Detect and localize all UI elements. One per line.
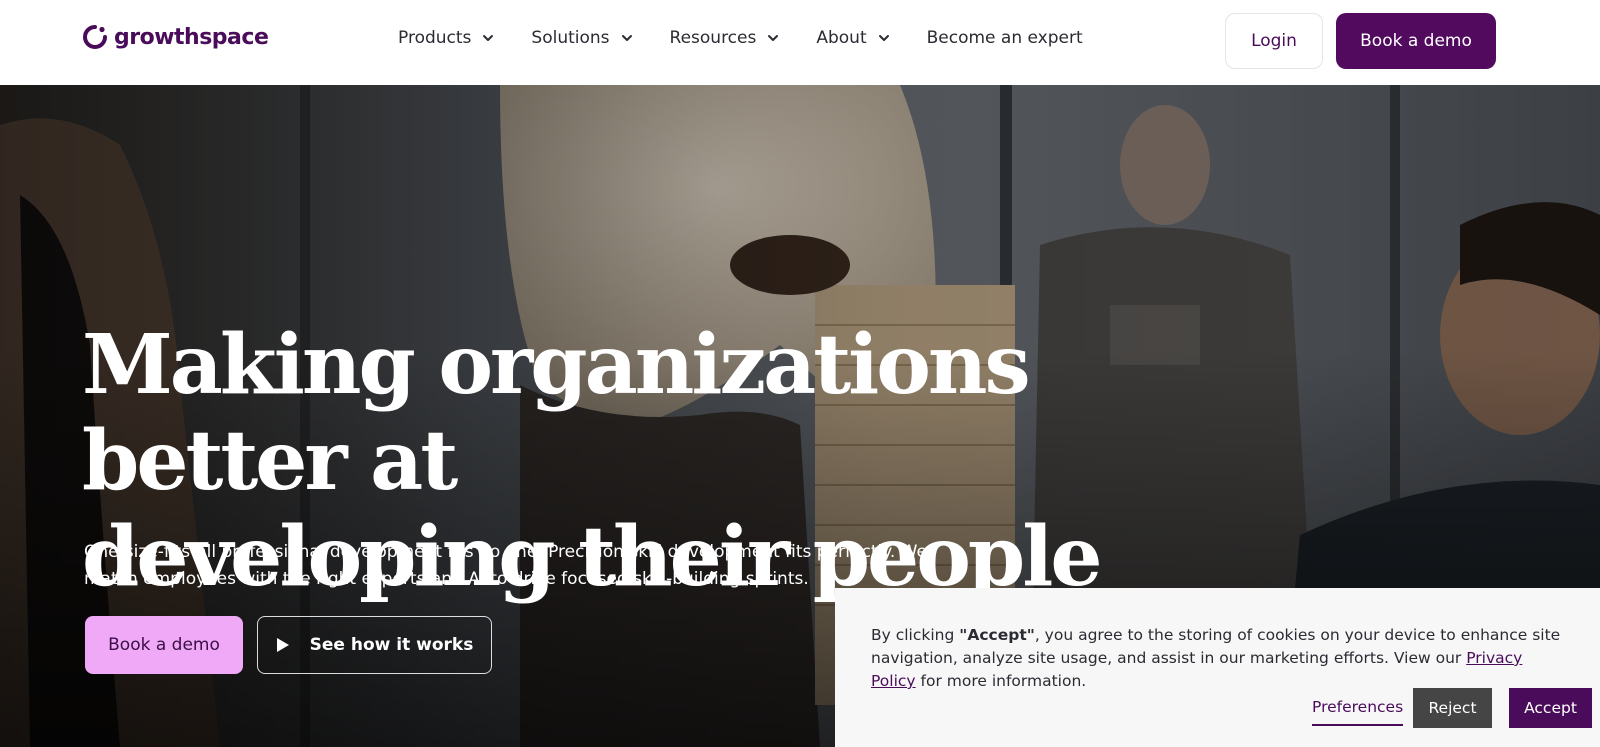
- chevron-down-icon: [483, 35, 494, 41]
- nav-item-label: About: [816, 28, 867, 48]
- nav-item-become-expert[interactable]: Become an expert: [927, 28, 1083, 48]
- see-how-it-works-label: See how it works: [309, 635, 474, 655]
- chevron-down-icon: [621, 35, 632, 41]
- growthspace-logo-icon: [83, 25, 107, 49]
- hero-subtext: One-size-fits-all professional developme…: [84, 542, 927, 589]
- cookie-reject-button[interactable]: Reject: [1413, 688, 1492, 728]
- nav-item-label: Solutions: [531, 28, 610, 48]
- site-header: growthspace Products Solutions Resources…: [0, 0, 1600, 85]
- cookie-text-suffix: for more information.: [915, 672, 1087, 690]
- login-button[interactable]: Login: [1225, 13, 1323, 69]
- book-demo-header-button[interactable]: Book a demo: [1336, 13, 1496, 69]
- nav-item-products[interactable]: Products: [398, 28, 495, 48]
- nav-item-about[interactable]: About: [816, 28, 890, 48]
- chevron-down-icon: [878, 35, 889, 41]
- nav-item-label: Resources: [669, 28, 757, 48]
- hero-headline-line1: Making organizations better at: [82, 317, 1031, 509]
- cookie-message: By clicking "Accept", you agree to the s…: [871, 624, 1571, 693]
- cookie-preferences-button[interactable]: Preferences: [1312, 698, 1404, 726]
- cookie-text-prefix: By clicking: [871, 626, 960, 644]
- see-how-it-works-button[interactable]: See how it works: [257, 616, 492, 674]
- nav-item-solutions[interactable]: Solutions: [531, 28, 633, 48]
- cookie-text-bold: "Accept": [959, 626, 1035, 644]
- brand-name: growthspace: [114, 24, 269, 50]
- cookie-banner: By clicking "Accept", you agree to the s…: [835, 588, 1600, 747]
- book-demo-hero-button[interactable]: Book a demo: [85, 616, 243, 674]
- nav-item-resources[interactable]: Resources: [670, 28, 781, 48]
- main-nav: Products Solutions Resources About Becom…: [398, 28, 1083, 48]
- chevron-down-icon: [768, 35, 779, 41]
- nav-item-label: Become an expert: [926, 28, 1083, 48]
- brand-logo[interactable]: growthspace: [82, 24, 269, 50]
- play-icon: [276, 638, 289, 652]
- nav-item-label: Products: [398, 28, 472, 48]
- cookie-accept-button[interactable]: Accept: [1509, 688, 1592, 728]
